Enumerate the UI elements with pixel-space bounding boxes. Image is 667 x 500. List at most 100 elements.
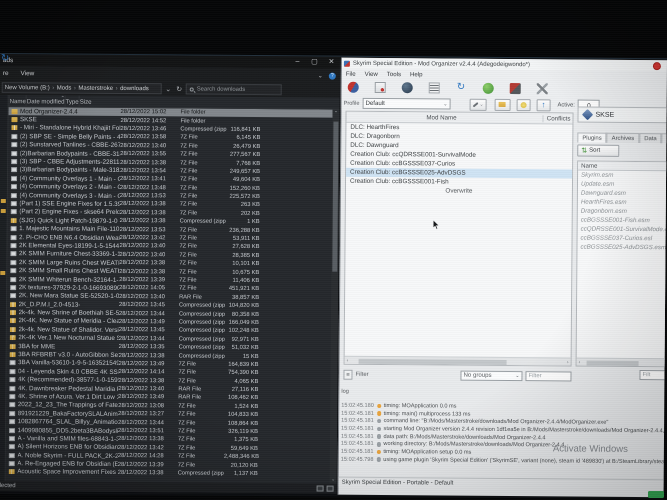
column-header[interactable]: Name	[8, 95, 26, 107]
file-date: 28/12/2022 14:05	[119, 285, 166, 292]
file-size: 1,137 KB	[233, 470, 258, 478]
column-header[interactable]: Size	[78, 95, 92, 107]
conflicts-column-header[interactable]: Conflicts	[542, 115, 571, 123]
minimize-button[interactable]: –	[289, 56, 306, 68]
plugins-filter-input[interactable]: Filt	[639, 370, 666, 381]
scroll-up-icon[interactable]: ⌃	[333, 111, 340, 117]
maximize-button[interactable]: ▢	[306, 56, 323, 68]
scroll-left-icon[interactable]: ‹	[579, 359, 581, 365]
file-type: 7Z File	[178, 428, 196, 435]
log-level-icon	[376, 434, 382, 439]
breadcrumb-segment[interactable]: Masterstroke	[78, 85, 120, 91]
list-view-icon[interactable]	[316, 485, 324, 492]
install-mod-icon[interactable]	[347, 81, 359, 93]
tab[interactable]: Archives	[606, 132, 640, 144]
search-input[interactable]: Search downloads	[185, 83, 282, 96]
active-label: Active:	[557, 101, 575, 109]
ribbon-tab[interactable]: View	[21, 70, 35, 77]
file-name: 4K. Dawnbreaker Pedestal Maridia Retext.…	[17, 384, 119, 393]
file-type-icon	[10, 192, 17, 198]
breadcrumb-segment[interactable]: Mods	[57, 85, 79, 91]
horizontal-scrollbar[interactable]: ‹	[576, 357, 667, 367]
address-dropdown-icon[interactable]: ⌄	[164, 85, 173, 93]
notifications-button[interactable]	[516, 98, 531, 111]
overwrite-row[interactable]: Overwrite	[346, 186, 572, 197]
file-name: (3)Barbarian Bodypaints - Male-31826-1-.…	[19, 166, 121, 175]
file-type-icon	[10, 251, 17, 257]
chevron-down-icon[interactable]: ⌄	[318, 72, 323, 79]
scrollbar-thumb[interactable]	[586, 360, 639, 366]
profile-select[interactable]: Default ⌄	[362, 97, 451, 110]
tab[interactable]: Data	[639, 133, 662, 144]
horizontal-scrollbar[interactable]: ‹ ›	[344, 355, 571, 366]
plugins-table: Name Skyrim.esm Update.esm Dawnguard.esm He…	[575, 160, 667, 368]
scroll-down-icon[interactable]: ⌄	[330, 477, 337, 483]
file-name: 2. Pi-CHO ENB N6.4 Obsidian Weather-3...	[19, 233, 120, 242]
file-type: 7Z File	[179, 269, 197, 276]
file-name: (Part 1) SSE Engine Fixes for 1.5.39 - 1…	[19, 200, 120, 208]
file-date: 28/12/2022 13:38	[117, 436, 164, 443]
settings-icon[interactable]	[536, 83, 548, 95]
file-name: 2K. New Mara Statue SE-52520-1-0-0-162..…	[18, 292, 120, 301]
file-type: Compressed (zipp...	[178, 319, 225, 326]
table-row[interactable]: Acoustic Space Improvement Fixes (1.2.0.…	[6, 468, 330, 479]
file-type-icon	[10, 268, 17, 274]
column-header[interactable]: Date modified	[25, 95, 65, 107]
report-icon[interactable]	[374, 81, 386, 94]
file-type: 7Z File	[178, 369, 196, 376]
file-size: 10,101 KB	[232, 261, 260, 268]
update-button[interactable]: ↑	[536, 98, 551, 111]
scrollbar-thumb[interactable]	[358, 358, 507, 365]
nexus-icon[interactable]	[401, 82, 413, 94]
modlist-filter-input[interactable]: Filter	[525, 370, 572, 381]
scrollbar-thumb[interactable]	[332, 121, 339, 272]
file-name: (4) Community Overlays 2 - Main - CBBE..…	[19, 183, 120, 192]
file-date: 28/12/2022 13:38	[119, 260, 166, 267]
filter-menu-button[interactable]: ≡	[343, 369, 353, 380]
chevron-down-icon: ⌄	[443, 100, 448, 108]
menu-item[interactable]: Tools	[387, 71, 401, 78]
scroll-right-icon[interactable]: ›	[567, 359, 569, 365]
plugin-row[interactable]: ccBGSSSE025-AdvDSGS.esm	[577, 243, 667, 253]
refresh-icon[interactable]	[456, 83, 467, 94]
menu-item[interactable]: View	[365, 70, 378, 77]
add-instance-icon[interactable]	[482, 82, 494, 94]
mod-name-column-header[interactable]: Mod Name	[346, 114, 536, 122]
open-folder-button[interactable]	[494, 98, 511, 111]
breadcrumb[interactable]: New Volume (B:)ModsMasterstrokedownloads	[1, 82, 162, 95]
breadcrumb-segment[interactable]: downloads	[120, 85, 154, 91]
help-icon[interactable]: ?	[328, 72, 336, 80]
group-by-select[interactable]: No groups ⌄	[460, 370, 523, 381]
tools-dropdown-button[interactable]: ⌄	[469, 98, 487, 111]
breadcrumb-segment[interactable]: New Volume (B:)	[5, 85, 57, 91]
sort-button[interactable]: ⇅ Sort	[577, 144, 620, 157]
file-type-icon	[10, 175, 18, 181]
details-view-icon[interactable]	[326, 485, 334, 492]
close-button[interactable]: ✕	[323, 57, 340, 69]
notification-icon[interactable]	[652, 61, 661, 70]
file-type: 7Z File	[179, 201, 198, 209]
ribbon-tab[interactable]: re	[3, 70, 9, 77]
bulb-icon	[520, 101, 527, 108]
menu-item[interactable]: Help	[410, 71, 423, 78]
mo2-window-title: Skyrim Special Edition - Mod Organizer v…	[352, 60, 531, 68]
column-header[interactable]: Type	[64, 95, 79, 107]
tab[interactable]: Plugins	[577, 132, 607, 143]
refresh-icon[interactable]: ↻	[175, 85, 184, 93]
log-message: timing: MOApplication setup 0.0 ms	[383, 448, 472, 456]
tab[interactable]: Saves	[661, 133, 667, 144]
file-date: 28/12/2022 13:39	[117, 461, 164, 468]
activate-windows-watermark: Activate Windows	[552, 443, 628, 455]
problems-icon[interactable]	[509, 83, 521, 95]
file-type: 7Z File	[178, 420, 196, 427]
log-panel: 15:02:45.180 timing: MOApplication 0.0 m…	[341, 402, 665, 473]
file-type: 7Z File	[179, 277, 197, 284]
scroll-left-icon[interactable]: ‹	[347, 357, 349, 363]
file-type: Compressed (zipp...	[178, 302, 226, 309]
log-message: data path: B:/Mods/Masterstroke/download…	[383, 433, 546, 441]
executable-select[interactable]: SKSE	[577, 106, 667, 124]
file-size: 236,288 KB	[229, 227, 260, 234]
file-size: 152,260 KB	[229, 185, 260, 192]
executables-icon[interactable]	[428, 82, 440, 94]
menu-item[interactable]: File	[346, 70, 356, 77]
